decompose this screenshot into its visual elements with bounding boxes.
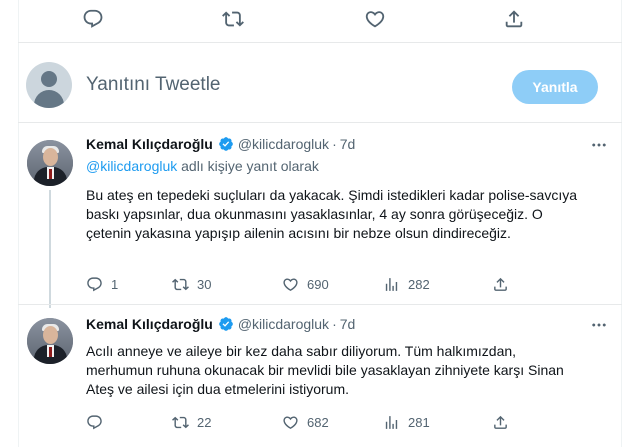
views-count: 282 [408, 277, 430, 292]
more-options-icon[interactable] [590, 136, 608, 154]
divider [18, 42, 622, 43]
separator-dot: · [332, 136, 337, 152]
share-button[interactable] [492, 276, 509, 293]
divider [18, 122, 622, 123]
retweet-icon [172, 414, 189, 431]
author-handle[interactable]: @kilicdarogluk [238, 316, 329, 332]
reply-button[interactable] [86, 414, 111, 431]
like-icon [282, 276, 299, 293]
like-count: 682 [307, 415, 329, 430]
tweet[interactable]: Kemal Kılıçdaroğlu @kilicdarogluk · 7d A… [18, 306, 622, 447]
replying-to: @kilicdarogluk adlı kişiye yanıt olarak [86, 158, 319, 174]
reply-icon [86, 276, 103, 293]
tweet-header: Kemal Kılıçdaroğlu @kilicdarogluk · 7d [86, 136, 355, 152]
reply-count: 1 [111, 277, 119, 292]
verified-icon [218, 136, 234, 152]
author-name[interactable]: Kemal Kılıçdaroğlu [86, 136, 213, 152]
like-button[interactable]: 690 [282, 276, 329, 293]
retweet-icon [172, 276, 189, 293]
thread-connector [49, 190, 51, 308]
author-name[interactable]: Kemal Kılıçdaroğlu [86, 316, 213, 332]
avatar [26, 62, 72, 108]
views-icon [383, 276, 400, 293]
separator-dot: · [332, 316, 337, 332]
share-icon [492, 276, 509, 293]
views-count: 281 [408, 415, 430, 430]
reply-input[interactable]: Yanıtını Tweetle [86, 74, 221, 96]
views-button[interactable]: 281 [383, 414, 430, 431]
reply-composer: Yanıtını Tweetle Yanıtla [18, 56, 622, 120]
reply-icon[interactable] [82, 8, 106, 32]
verified-icon [218, 316, 234, 332]
retweet-icon[interactable] [222, 8, 246, 32]
replying-label: adlı kişiye yanıt olarak [177, 158, 319, 174]
retweet-count: 30 [197, 277, 212, 292]
avatar[interactable] [27, 140, 73, 186]
author-handle[interactable]: @kilicdarogluk [238, 136, 329, 152]
like-icon[interactable] [364, 8, 388, 32]
like-count: 690 [307, 277, 329, 292]
views-button[interactable]: 282 [383, 276, 430, 293]
like-button[interactable]: 682 [282, 414, 329, 431]
tweet-time[interactable]: 7d [340, 316, 356, 332]
tweet-header: Kemal Kılıçdaroğlu @kilicdarogluk · 7d [86, 316, 355, 332]
tweet-text: Acılı anneye ve aileye bir kez daha sabı… [86, 343, 564, 397]
tweet-action-bar: 1 30 690 282 [86, 276, 516, 296]
share-icon[interactable] [503, 8, 527, 32]
share-button[interactable] [492, 414, 509, 431]
like-icon [282, 414, 299, 431]
reply-button[interactable]: 1 [86, 276, 118, 293]
mention-link[interactable]: @kilicdarogluk [86, 158, 177, 174]
more-options-icon[interactable] [590, 316, 608, 334]
tweet-text: Bu ateş en tepedeki suçluları da yakacak… [86, 187, 578, 241]
views-icon [383, 414, 400, 431]
divider [18, 304, 622, 305]
reply-button[interactable]: Yanıtla [512, 70, 598, 104]
main-tweet-action-bar [0, 8, 640, 32]
share-icon [492, 414, 509, 431]
avatar[interactable] [27, 318, 73, 364]
tweet-action-bar: 22 682 281 [86, 414, 516, 434]
tweet[interactable]: Kemal Kılıçdaroğlu @kilicdarogluk · 7d @… [18, 126, 622, 308]
retweet-button[interactable]: 22 [172, 414, 211, 431]
retweet-button[interactable]: 30 [172, 276, 211, 293]
tweet-time[interactable]: 7d [340, 136, 356, 152]
retweet-count: 22 [197, 415, 212, 430]
reply-icon [86, 414, 103, 431]
